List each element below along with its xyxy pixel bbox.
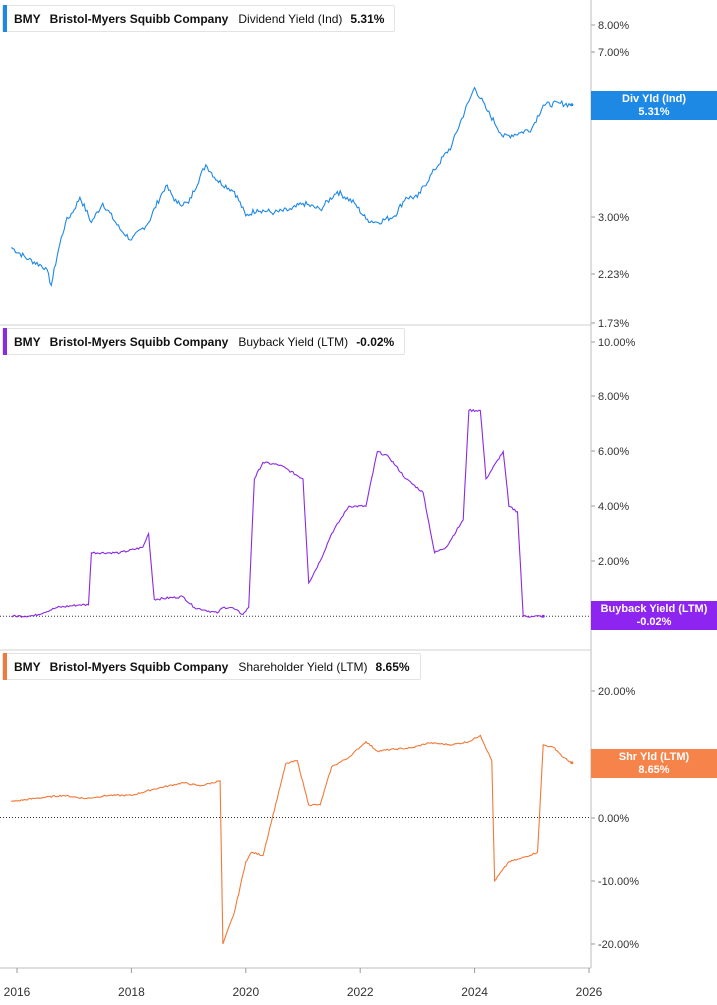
last-value-point — [570, 761, 574, 765]
legend-company: Bristol-Myers Squibb Company — [49, 11, 229, 26]
tag-value: 8.65% — [638, 764, 670, 776]
y-tick-label: 4.00% — [598, 501, 629, 513]
legend-metric: Dividend Yield (Ind) — [238, 11, 343, 26]
legend-ticker: BMY — [14, 11, 41, 26]
legend-shareholder-yield[interactable]: BMY Bristol-Myers Squibb Company Shareho… — [2, 653, 421, 680]
y-tick-label: 2.00% — [598, 556, 629, 568]
legend-company: Bristol-Myers Squibb Company — [49, 659, 229, 674]
y-tick-label: 3.00% — [598, 212, 629, 224]
legend-swatch — [3, 5, 7, 32]
x-tick-label: 2018 — [118, 985, 145, 999]
x-tick-label: 2022 — [347, 985, 374, 999]
y-tick-label: 10.00% — [598, 337, 636, 349]
x-tick-label: 2024 — [461, 985, 488, 999]
last-value-point — [541, 614, 545, 618]
tag-label: Shr Yld (LTM) — [618, 751, 690, 763]
y-tick-label: 0.00% — [598, 813, 629, 825]
tag-label: Buyback Yield (LTM) — [600, 603, 708, 615]
legend-value: -0.02% — [356, 334, 395, 349]
legend-swatch — [3, 328, 7, 355]
legend-metric: Buyback Yield (LTM) — [238, 334, 349, 349]
tag-value: -0.02% — [636, 616, 672, 628]
legend-swatch — [3, 653, 7, 680]
tag-value: 5.31% — [638, 106, 670, 118]
legend-ticker: BMY — [14, 334, 41, 349]
legend-buyback-yield[interactable]: BMY Bristol-Myers Squibb Company Buyback… — [2, 328, 406, 355]
x-tick-label: 2026 — [576, 985, 603, 999]
tag-label: Div Yld (Ind) — [622, 93, 686, 105]
legend-value: 8.65% — [375, 659, 410, 674]
chart-svg: 8.00% 7.00% 3.00% 2.23% 1.73% 10.00% 8.00% 6.00… — [0, 0, 639, 999]
last-value-point — [570, 103, 574, 107]
value-tag-buyback: Buyback Yield (LTM) -0.02% — [591, 601, 717, 630]
series-line — [11, 734, 573, 945]
legend-value: 5.31% — [350, 11, 385, 26]
legend-metric: Shareholder Yield (LTM) — [238, 659, 368, 674]
y-tick-label: 7.00% — [598, 47, 629, 59]
x-tick-label: 2016 — [4, 985, 31, 999]
legend-company: Bristol-Myers Squibb Company — [49, 334, 229, 349]
series-line — [11, 408, 544, 618]
value-tag-shareholder: Shr Yld (LTM) 8.65% — [591, 749, 717, 778]
y-tick-label: 6.00% — [598, 446, 629, 458]
y-tick-label: -10.00% — [598, 876, 639, 888]
legend-dividend-yield[interactable]: BMY Bristol-Myers Squibb Company Dividen… — [2, 5, 396, 32]
y-tick-label: 20.00% — [598, 686, 636, 698]
value-tag-dividend: Div Yld (Ind) 5.31% — [591, 91, 717, 120]
y-tick-label: 2.23% — [598, 269, 629, 281]
legend-ticker: BMY — [14, 659, 41, 674]
chart-root: 8.00% 7.00% 3.00% 2.23% 1.73% 10.00% 8.00% 6.00… — [0, 0, 717, 1005]
series-line — [10, 86, 572, 287]
y-tick-label: 8.00% — [598, 391, 629, 403]
y-tick-label: 1.73% — [598, 318, 629, 330]
y-tick-label: 8.00% — [598, 20, 629, 32]
y-tick-label: -20.00% — [598, 939, 639, 951]
x-tick-label: 2020 — [232, 985, 259, 999]
